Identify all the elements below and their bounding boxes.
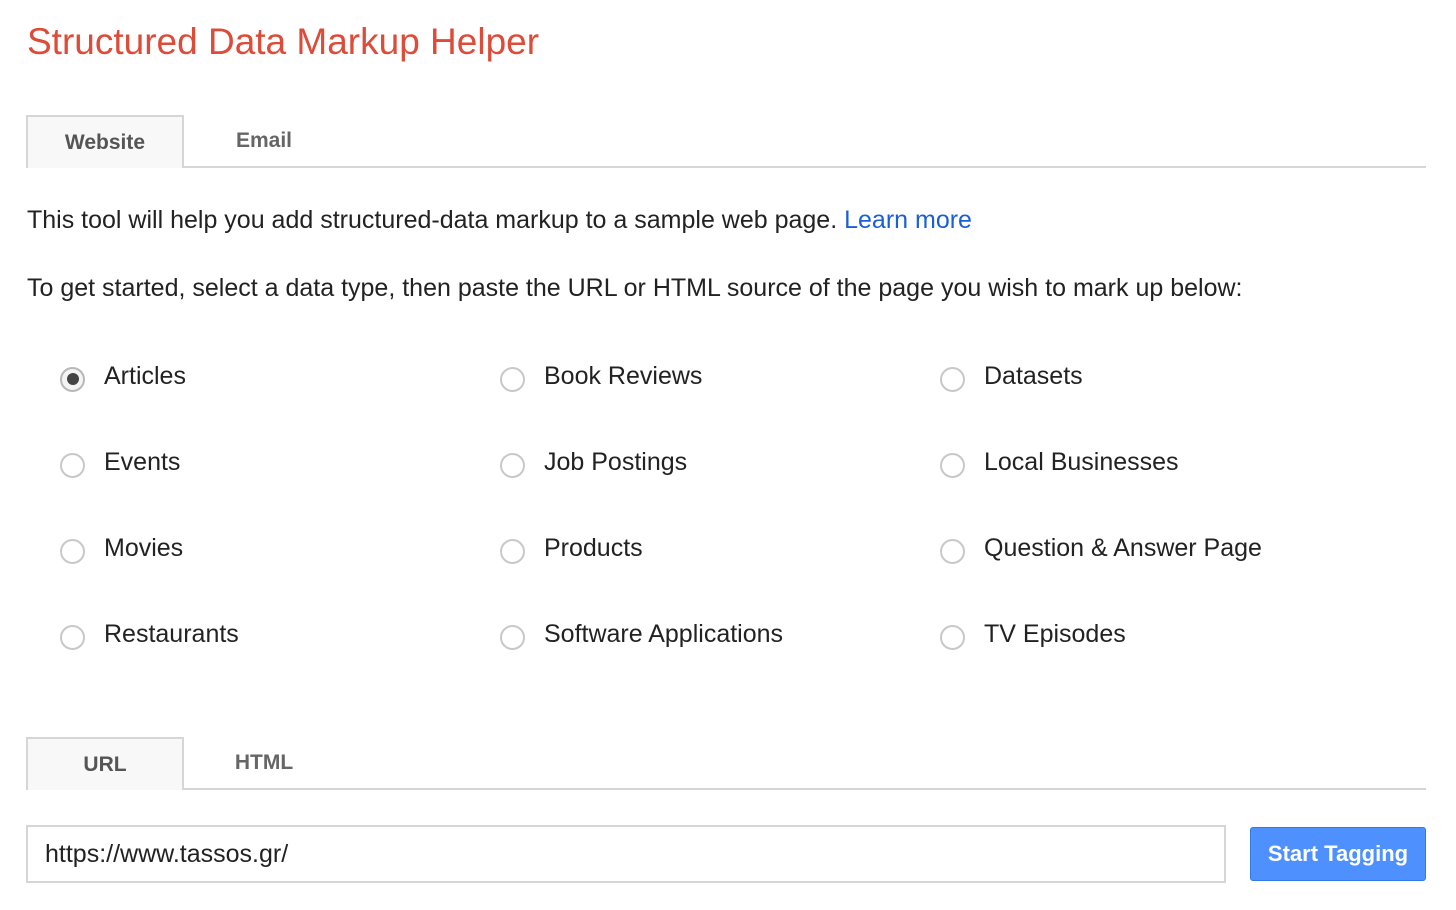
option-label: Job Postings bbox=[544, 447, 688, 476]
option-products[interactable]: Products bbox=[500, 528, 643, 568]
option-question-answer-page[interactable]: Question & Answer Page bbox=[940, 528, 1262, 568]
radio-job-postings[interactable] bbox=[500, 452, 525, 478]
url-input[interactable] bbox=[26, 825, 1226, 883]
learn-more-link[interactable]: Learn more bbox=[844, 206, 972, 234]
option-label: Movies bbox=[104, 533, 184, 562]
option-local-businesses[interactable]: Local Businesses bbox=[940, 442, 1179, 482]
tab-website[interactable]: Website bbox=[26, 115, 184, 168]
option-events[interactable]: Events bbox=[60, 442, 180, 482]
option-software-applications[interactable]: Software Applications bbox=[500, 614, 783, 654]
option-label: Restaurants bbox=[104, 619, 239, 648]
radio-restaurants[interactable] bbox=[60, 624, 85, 650]
option-datasets[interactable]: Datasets bbox=[940, 356, 1083, 396]
option-restaurants[interactable]: Restaurants bbox=[60, 614, 239, 654]
source-tab-bar: URL HTML bbox=[26, 737, 1426, 790]
option-tv-episodes[interactable]: TV Episodes bbox=[940, 614, 1126, 654]
intro-text: This tool will help you add structured-d… bbox=[27, 203, 972, 237]
option-label: Products bbox=[544, 533, 643, 562]
option-label: Events bbox=[104, 447, 181, 476]
option-label: Question & Answer Page bbox=[984, 533, 1262, 562]
start-tagging-button[interactable]: Start Tagging bbox=[1250, 827, 1426, 881]
option-label: TV Episodes bbox=[984, 619, 1126, 648]
option-job-postings[interactable]: Job Postings bbox=[500, 442, 687, 482]
radio-datasets[interactable] bbox=[940, 366, 965, 392]
option-label: Book Reviews bbox=[544, 361, 703, 390]
page-title: Structured Data Markup Helper bbox=[27, 21, 540, 62]
radio-software-applications[interactable] bbox=[500, 624, 525, 650]
intro-description: This tool will help you add structured-d… bbox=[27, 206, 845, 234]
option-label: Local Businesses bbox=[984, 447, 1179, 476]
radio-movies[interactable] bbox=[60, 538, 85, 564]
radio-events[interactable] bbox=[60, 452, 85, 478]
tab-email[interactable]: Email bbox=[185, 115, 343, 166]
option-label: Datasets bbox=[984, 361, 1083, 390]
option-articles[interactable]: Articles bbox=[60, 356, 186, 396]
option-movies[interactable]: Movies bbox=[60, 528, 183, 568]
radio-book-reviews[interactable] bbox=[500, 366, 525, 392]
instructions-text: To get started, select a data type, then… bbox=[27, 274, 1243, 302]
option-label: Software Applications bbox=[544, 619, 784, 648]
radio-products[interactable] bbox=[500, 538, 525, 564]
radio-question-answer-page[interactable] bbox=[940, 538, 965, 564]
tab-html[interactable]: HTML bbox=[185, 737, 343, 788]
mode-tab-bar: Website Email bbox=[26, 115, 1426, 168]
option-label: Articles bbox=[104, 361, 186, 390]
option-book-reviews[interactable]: Book Reviews bbox=[500, 356, 702, 396]
radio-local-businesses[interactable] bbox=[940, 452, 965, 478]
radio-articles[interactable] bbox=[60, 366, 85, 392]
radio-tv-episodes[interactable] bbox=[940, 624, 965, 650]
tab-url[interactable]: URL bbox=[26, 737, 184, 790]
